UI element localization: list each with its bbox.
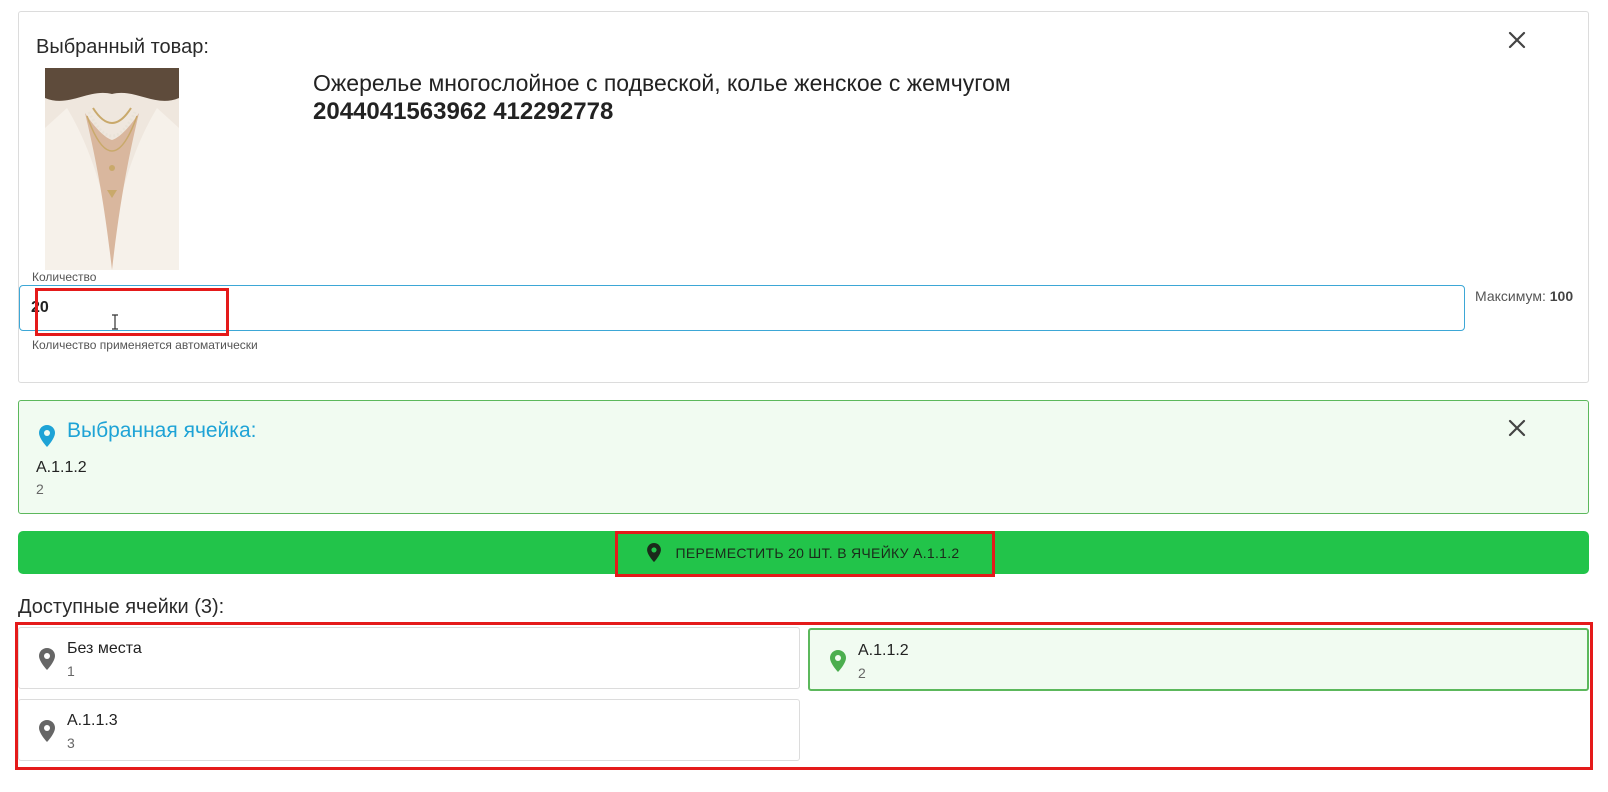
cell-option-name: А.1.1.3 — [67, 712, 118, 729]
text-cursor-icon — [110, 314, 120, 330]
selected-product-title: Выбранный товар: — [36, 36, 209, 58]
map-pin-icon — [39, 648, 55, 670]
close-icon[interactable] — [1506, 29, 1528, 51]
cell-option-a113[interactable]: А.1.1.3 3 — [18, 699, 800, 761]
cell-option-no-place[interactable]: Без места 1 — [18, 627, 800, 689]
map-pin-icon — [830, 650, 846, 672]
selected-cell-card: Выбранная ячейка: А.1.1.2 2 — [18, 400, 1589, 514]
cell-option-sub: 2 — [858, 665, 866, 681]
product-codes: 2044041563962 412292778 — [313, 98, 614, 125]
map-pin-icon — [39, 720, 55, 742]
quantity-max: Максимум: 100 — [1475, 288, 1573, 304]
cell-option-sub: 3 — [67, 735, 75, 751]
move-button-label: ПЕРЕМЕСТИТЬ 20 ШТ. В ЯЧЕЙКУ А.1.1.2 — [675, 544, 960, 561]
product-name: Ожерелье многослойное с подвеской, колье… — [313, 70, 1011, 96]
cell-option-sub: 1 — [67, 663, 75, 679]
quantity-max-label: Максимум: — [1475, 288, 1546, 304]
map-pin-icon — [647, 543, 662, 562]
selected-cell-title: Выбранная ячейка: — [67, 419, 257, 442]
cell-option-name: А.1.1.2 — [858, 642, 909, 659]
product-image — [45, 68, 179, 270]
move-button[interactable]: ПЕРЕМЕСТИТЬ 20 ШТ. В ЯЧЕЙКУ А.1.1.2 — [18, 531, 1589, 574]
quantity-input[interactable] — [19, 285, 1465, 331]
cell-option-a112[interactable]: А.1.1.2 2 — [808, 628, 1589, 691]
quantity-label: Количество — [32, 270, 97, 284]
selected-cell-sub: 2 — [36, 481, 44, 497]
map-pin-icon — [39, 425, 55, 447]
cell-option-name: Без места — [67, 640, 142, 657]
quantity-max-value: 100 — [1549, 288, 1574, 304]
selected-cell-code: А.1.1.2 — [36, 459, 87, 476]
quantity-hint: Количество применяется автоматически — [32, 338, 258, 352]
available-cells-title: Доступные ячейки (3): — [18, 596, 225, 618]
close-icon[interactable] — [1506, 417, 1528, 439]
